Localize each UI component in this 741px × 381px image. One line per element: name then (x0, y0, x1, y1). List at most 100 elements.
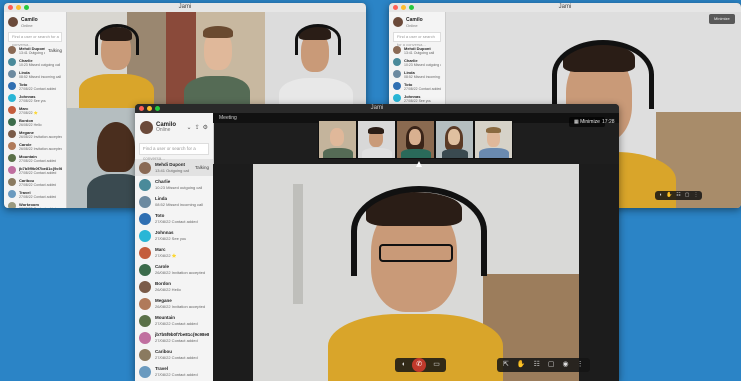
conversation-item[interactable]: Caribou 27/08/22 Contact added (4, 176, 66, 188)
conversation-item[interactable]: Carole 26/08/22 Invitation accepted (135, 261, 213, 278)
avatar (8, 106, 16, 114)
conversation-item[interactable]: Bordon 26/08/22 Hello (4, 116, 66, 128)
avatar (139, 280, 151, 293)
window-controls[interactable] (139, 106, 160, 111)
avatar (8, 190, 16, 198)
video-tile-3 (265, 12, 366, 108)
conversation-item[interactable]: Toto 27/08/22 Contact added (389, 80, 445, 92)
conversation-item[interactable]: Johnnas 27/08/22 See you (389, 92, 445, 104)
conversation-item[interactable]: Toto 27/08/22 Contact added (135, 210, 213, 227)
conversation-item[interactable]: Linda08:52 Missed incoming call (4, 68, 66, 80)
mic-icon[interactable]: ◖ (659, 191, 662, 200)
conversation-item[interactable]: Megane 26/08/22 Invitation accepted (4, 128, 66, 140)
chat-icon[interactable]: ▢ (548, 358, 555, 372)
raise-hand-icon[interactable]: ✋ (517, 358, 526, 372)
window-title: Jami (370, 105, 384, 111)
window-title: Jami (558, 4, 572, 10)
video-icon[interactable]: ▭ (433, 358, 440, 372)
search-input[interactable]: Find a user or search for a conversa... (393, 32, 441, 47)
conversation-item[interactable]: Travel 27/08/22 Contact added (135, 363, 213, 380)
profile[interactable]: Camilo Online (389, 12, 445, 32)
avatar (393, 46, 401, 54)
hangup-button[interactable]: ✆ (412, 358, 427, 372)
window-controls[interactable] (393, 5, 414, 10)
avatar (139, 229, 151, 242)
minimize-button[interactable]: ▦ Minimize (569, 117, 605, 127)
window-controls[interactable] (8, 5, 29, 10)
video-tile-1 (67, 12, 166, 108)
conversation-item[interactable]: Mehdi Dupont13:41 Outgoing callTalking (135, 159, 213, 176)
search-input[interactable]: Find a user or search for a conversa... (139, 143, 209, 161)
participant-thumb-4[interactable] (435, 120, 474, 159)
conversation-item[interactable]: Marc27/08/22 ⭐ (135, 244, 213, 261)
window-titlebar: Jami (389, 3, 741, 12)
participant-thumb-1[interactable] (318, 120, 357, 159)
conversation-item[interactable]: Bordon 26/08/22 Hello (135, 278, 213, 295)
avatar (139, 297, 151, 310)
conversation-last-message: 10:23 Missed outgoing call (404, 62, 441, 67)
conversation-item[interactable]: Charlie10:23 Missed outgoing call (389, 56, 445, 68)
conversation-item[interactable]: jb7b5f9b0f7be81c{9c98e8a98879}...27/08/2… (135, 329, 213, 346)
search-input[interactable]: Find a user or search for a conversa... (8, 32, 62, 47)
avatar (8, 118, 16, 126)
conversation-item[interactable]: Megane 26/08/22 Invitation accepted (135, 295, 213, 312)
conversation-last-message: 27/08/22 Contact added (19, 86, 57, 91)
avatar (8, 154, 16, 162)
participant-thumb-3[interactable] (396, 120, 435, 159)
conversation-item[interactable]: Travel 27/08/22 Contact added (4, 188, 66, 200)
profile[interactable]: Camilo Online (4, 12, 66, 32)
chevron-down-icon[interactable]: ⌄ (187, 124, 192, 131)
more-icon[interactable]: ⋮ (693, 191, 698, 200)
profile-name: Camilo (21, 16, 38, 23)
minimize-button[interactable]: Minimize (709, 14, 735, 24)
avatar (8, 202, 16, 208)
conversation-item[interactable]: Johnnas 27/08/22 See you (135, 227, 213, 244)
conversation-item[interactable]: Mehdi Dupont13:41 Outgoing callTalking (4, 44, 66, 56)
conversation-item[interactable]: Johnnas 27/08/22 See you (4, 92, 66, 104)
conversation-item[interactable]: Linda08:52 Missed incoming call (135, 193, 213, 210)
avatar (393, 70, 401, 78)
video-tile-2 (166, 12, 265, 108)
glasses (379, 244, 453, 262)
conversation-item[interactable]: Mehdi Dupont 13:41 Outgoing call (389, 44, 445, 56)
mouse-cursor (416, 161, 422, 167)
conversation-item[interactable]: Workroom27/08/22 Contact added (4, 200, 66, 208)
share-icon[interactable]: ⇪ (195, 124, 200, 131)
call-status: Talking (47, 47, 62, 53)
conversation-item[interactable]: Toto 27/08/22 Contact added (4, 80, 66, 92)
minimize-label: Minimize (580, 119, 600, 125)
participants-icon[interactable]: ☷ (534, 358, 540, 372)
conversation-item[interactable]: Charlie10:23 Missed outgoing call (135, 176, 213, 193)
mic-icon[interactable]: ◖ (401, 358, 405, 372)
participant-thumb-5[interactable] (474, 120, 513, 159)
conversation-last-message: 13:41 Outgoing call (155, 168, 190, 173)
hand-icon[interactable]: ✋ (666, 191, 672, 200)
avatar (8, 178, 16, 186)
conversation-item[interactable]: jb7b5f9b0f7be81c{9c98e8a...27/08/22 Cont… (4, 164, 66, 176)
conversation-item[interactable]: Linda08:52 Missed incoming call (389, 68, 445, 80)
settings-icon[interactable]: ⚙ (203, 124, 208, 131)
conversation-last-message: 08:52 Missed incoming call (404, 74, 441, 79)
more-icon[interactable]: ⋮ (577, 358, 584, 372)
left-sidebar: Camilo Online Find a user or search for a… (4, 12, 67, 208)
avatar (8, 130, 16, 138)
participant-thumb-2[interactable] (357, 120, 396, 159)
share-screen-icon[interactable]: ⇱ (503, 358, 509, 372)
conversation-name: Mehdi Dupont (404, 45, 431, 51)
avatar (8, 82, 16, 90)
conversation-item[interactable]: Caribou 27/08/22 Contact added (135, 346, 213, 363)
chat-icon[interactable]: ▢ (685, 191, 690, 200)
profile[interactable]: Camilo Online ⌄ ⇪ ⚙ (135, 113, 213, 141)
conversation-item[interactable]: Carole 26/08/22 Invitation accepted (4, 140, 66, 152)
profile-status: Online (156, 126, 171, 133)
conversation-item[interactable]: Marc27/08/22 ⭐ (4, 104, 66, 116)
conversation-name: jb7b5f9b0f7be81c{9c98e8a... (19, 165, 62, 171)
conversation-item[interactable]: Mountain 27/08/22 Contact added (135, 312, 213, 329)
conversation-item[interactable]: Charlie10:23 Missed outgoing call (4, 56, 66, 68)
participants-icon[interactable]: ☷ (676, 191, 680, 200)
record-icon[interactable]: ◉ (563, 358, 569, 372)
call-title: Meeting (219, 115, 237, 121)
conversation-last-message: 26/08/22 Invitation accepted (155, 270, 206, 275)
conversation-last-message: 27/08/22 See you (19, 98, 47, 103)
conversation-item[interactable]: Mountain 27/08/22 Contact added (4, 152, 66, 164)
